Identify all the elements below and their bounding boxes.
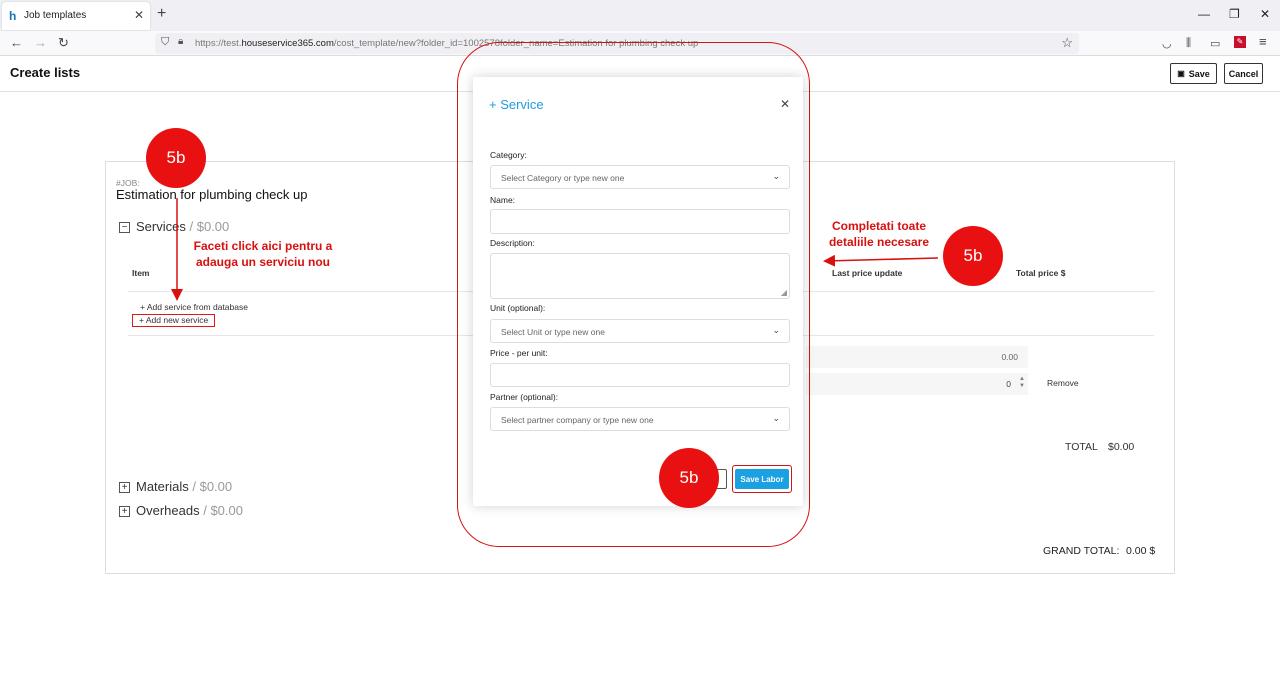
annotation-arrows (171, 198, 939, 301)
arrow-left-to-modal (823, 254, 939, 267)
